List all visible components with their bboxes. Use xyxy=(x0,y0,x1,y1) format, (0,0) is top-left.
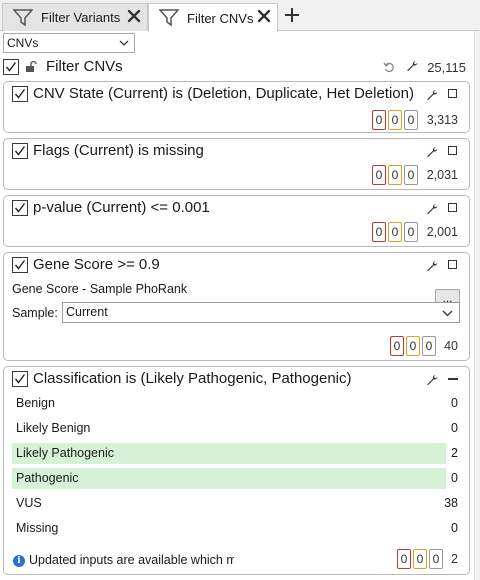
tab-label: Filter CNVs xyxy=(187,10,254,26)
count-box-red: 0 xyxy=(372,222,386,242)
count-box-gray: 0 xyxy=(404,222,418,242)
filter-title: Flags (Current) is missing xyxy=(33,142,204,159)
filter-title: Gene Score >= 0.9 xyxy=(33,256,160,273)
classification-name: Pathogenic xyxy=(16,471,79,485)
classification-row-likely-benign[interactable]: Likely Benign 0 xyxy=(12,418,458,439)
tab-label: Filter Variants xyxy=(41,10,121,25)
source-select[interactable]: CNVs xyxy=(3,33,135,53)
undo-icon[interactable] xyxy=(383,61,395,73)
filter-card-classification: Classification is (Likely Pathogenic, Pa… xyxy=(3,366,470,575)
count-box-red: 0 xyxy=(397,549,411,569)
filter-count: 2,001 xyxy=(426,225,458,239)
maximize-icon[interactable] xyxy=(448,260,457,269)
filter-checkbox[interactable] xyxy=(12,143,28,159)
funnel-icon xyxy=(159,9,179,27)
count-box-orange: 0 xyxy=(388,110,402,130)
classification-name: Likely Benign xyxy=(16,421,91,435)
root-checkbox[interactable] xyxy=(3,59,19,75)
count-box-orange: 0 xyxy=(388,165,402,185)
root-count: 25,115 xyxy=(427,60,466,75)
classification-count: 0 xyxy=(451,471,458,485)
root-title: Filter CNVs xyxy=(46,58,123,75)
filter-title: p-value (Current) <= 0.001 xyxy=(33,199,210,216)
classification-row-benign[interactable]: Benign 0 xyxy=(12,393,458,414)
lock-icon[interactable] xyxy=(25,61,37,73)
count-boxes: 0 0 0 xyxy=(372,222,418,242)
sample-select[interactable]: Current xyxy=(62,302,460,323)
classification-name: Missing xyxy=(16,521,59,535)
sample-select-value: Current xyxy=(66,305,108,319)
filter-count: 40 xyxy=(444,339,458,353)
classification-row-vus[interactable]: VUS 38 xyxy=(12,493,458,514)
count-box-gray: 0 xyxy=(422,336,436,356)
count-box-red: 0 xyxy=(390,336,404,356)
tab-filter-variants[interactable]: Filter Variants xyxy=(2,3,148,31)
maximize-icon[interactable] xyxy=(448,89,457,98)
filter-title: Classification is (Likely Pathogenic, Pa… xyxy=(33,370,352,387)
filter-count: 2,031 xyxy=(426,168,458,182)
minimize-icon[interactable] xyxy=(448,378,458,380)
filter-checkbox[interactable] xyxy=(12,200,28,216)
count-box-red: 0 xyxy=(372,110,386,130)
wrench-icon[interactable] xyxy=(426,374,438,386)
tab-filter-cnvs[interactable]: Filter CNVs xyxy=(148,3,278,32)
wrench-icon[interactable] xyxy=(406,60,418,72)
count-boxes: 0 0 0 xyxy=(372,110,418,130)
count-box-red: 0 xyxy=(372,165,386,185)
wrench-icon[interactable] xyxy=(426,260,438,272)
info-icon[interactable]: i xyxy=(13,555,25,567)
wrench-icon[interactable] xyxy=(426,146,438,158)
close-icon[interactable] xyxy=(127,9,141,23)
classification-name: Benign xyxy=(16,396,55,410)
plus-icon[interactable] xyxy=(284,7,300,23)
maximize-icon[interactable] xyxy=(448,203,457,212)
filter-checkbox[interactable] xyxy=(12,257,28,273)
classification-count: 2 xyxy=(451,446,458,460)
maximize-icon[interactable] xyxy=(448,146,457,155)
sample-label: Sample: xyxy=(12,306,58,320)
count-boxes: 0 0 0 xyxy=(372,165,418,185)
filter-title: CNV State (Current) is (Deletion, Duplic… xyxy=(33,85,414,102)
classification-row-likely-pathogenic[interactable]: Likely Pathogenic 2 xyxy=(12,443,458,464)
scrollbar[interactable] xyxy=(474,31,480,580)
count-box-gray: 0 xyxy=(429,549,443,569)
tab-bar: Filter Variants Filter CNVs xyxy=(0,0,480,32)
chevron-down-icon xyxy=(119,40,129,46)
funnel-icon xyxy=(13,8,33,26)
count-box-orange: 0 xyxy=(413,549,427,569)
filter-card-p-value: p-value (Current) <= 0.001 0 0 0 2,001 xyxy=(3,195,470,247)
count-box-gray: 0 xyxy=(404,165,418,185)
count-boxes: 0 0 0 xyxy=(397,549,443,569)
classification-name: Likely Pathogenic xyxy=(16,446,114,460)
chevron-down-icon xyxy=(442,310,453,317)
source-select-value: CNVs xyxy=(7,36,39,50)
classification-count: 38 xyxy=(444,496,458,510)
count-box-gray: 0 xyxy=(404,110,418,130)
count-box-orange: 0 xyxy=(388,222,402,242)
filter-card-gene-score: Gene Score >= 0.9 Gene Score - Sample Ph… xyxy=(3,252,470,361)
filter-card-flags: Flags (Current) is missing 0 0 0 2,031 xyxy=(3,138,470,190)
filter-checkbox[interactable] xyxy=(12,371,28,387)
filter-checkbox[interactable] xyxy=(12,86,28,102)
count-box-orange: 0 xyxy=(406,336,420,356)
filter-count: 3,313 xyxy=(426,113,458,127)
close-icon[interactable] xyxy=(257,9,271,23)
gene-score-source-label: Gene Score - Sample PhoRank xyxy=(12,282,188,296)
root-filter-row: Filter CNVs 25,115 xyxy=(0,56,480,78)
classification-count: 0 xyxy=(451,421,458,435)
classification-row-missing[interactable]: Missing 0 xyxy=(12,518,458,539)
classification-count: 0 xyxy=(451,396,458,410)
wrench-icon[interactable] xyxy=(426,89,438,101)
wrench-icon[interactable] xyxy=(426,203,438,215)
classification-name: VUS xyxy=(16,496,42,510)
filter-count: 2 xyxy=(451,552,458,566)
info-message[interactable]: Updated inputs are available which may xyxy=(29,553,234,567)
filter-card-cnv-state: CNV State (Current) is (Deletion, Duplic… xyxy=(3,81,470,133)
classification-count: 0 xyxy=(451,521,458,535)
count-boxes: 0 0 0 xyxy=(390,336,436,356)
classification-row-pathogenic[interactable]: Pathogenic 0 xyxy=(12,468,458,489)
